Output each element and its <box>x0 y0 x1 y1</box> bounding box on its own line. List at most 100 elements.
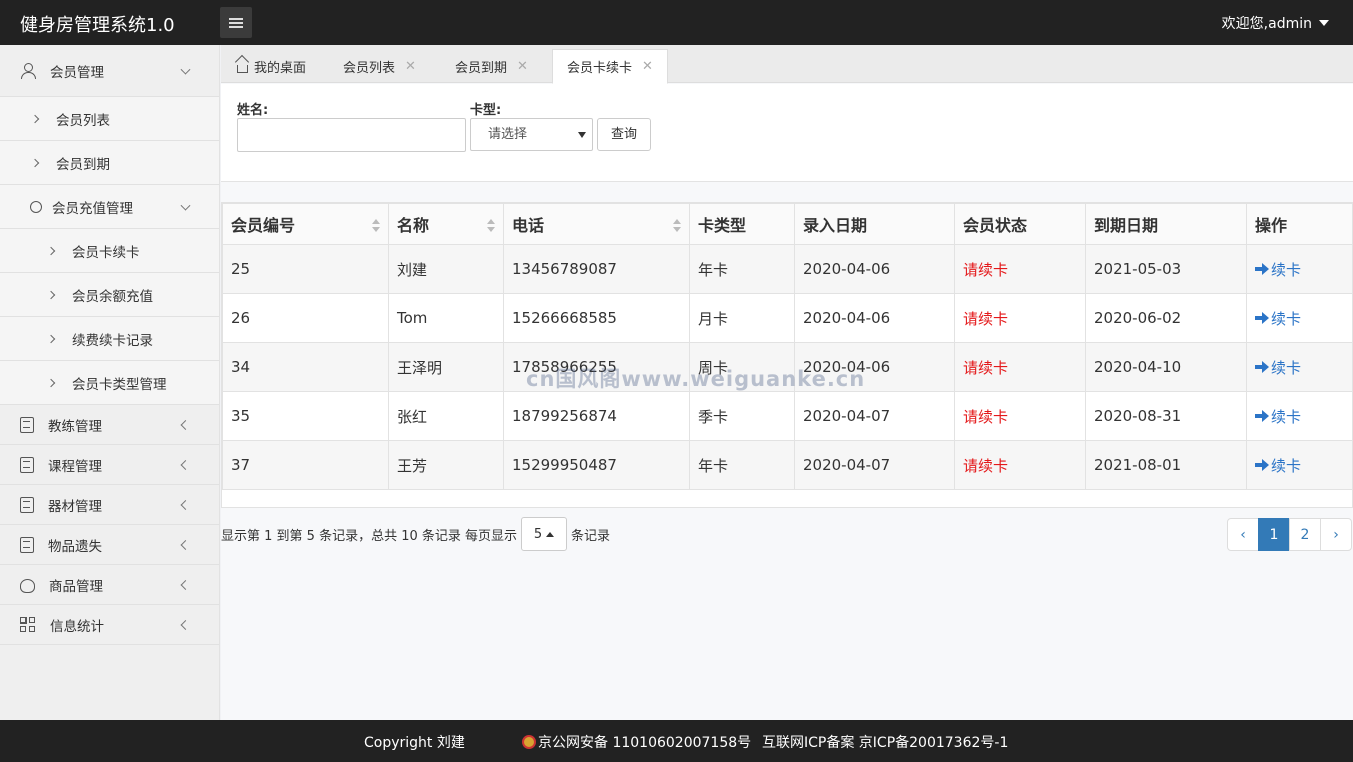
renew-label: 续卡 <box>1271 260 1302 279</box>
sidebar-item-label: 会员到期 <box>56 156 110 173</box>
app-title: 健身房管理系统1.0 <box>20 15 175 36</box>
col-header-name[interactable]: 名称 <box>388 203 504 245</box>
pagination-info: 显示第 1 到第 5 条记录，总共 10 条记录 每页显示 5 条记录 <box>221 517 610 551</box>
tab-card-renew[interactable]: 会员卡续卡 ✕ <box>552 49 668 84</box>
arrow-right-icon <box>1255 361 1269 373</box>
sidebar-item-lost-items[interactable]: 物品遗失 <box>0 525 219 565</box>
tab-home[interactable]: 我的桌面 <box>221 49 320 83</box>
sidebar-item-member-mgmt[interactable]: 会员管理 <box>0 45 219 97</box>
cell-action: 续卡 <box>1246 244 1353 294</box>
cell-status: 请续卡 <box>954 244 1086 294</box>
sidebar-item-card-type-mgmt[interactable]: 会员卡类型管理 <box>0 361 219 405</box>
cell-id: 26 <box>222 293 389 343</box>
cell-name: Tom <box>388 293 504 343</box>
name-input[interactable] <box>237 118 466 152</box>
cell-entry-date: 2020-04-07 <box>794 391 955 441</box>
page-button-1[interactable]: 1 <box>1258 518 1290 551</box>
user-menu[interactable]: 欢迎您,admin <box>1222 13 1329 33</box>
col-header-expire-date: 到期日期 <box>1085 203 1247 245</box>
cell-status: 请续卡 <box>954 342 1086 392</box>
cell-id: 34 <box>222 342 389 392</box>
renew-link[interactable]: 续卡 <box>1255 259 1301 280</box>
cell-entry-date: 2020-04-06 <box>794 293 955 343</box>
table-row: 26 Tom 15266668585 月卡 2020-04-06 请续卡 202… <box>222 293 1353 343</box>
sidebar-item-coach-mgmt[interactable]: 教练管理 <box>0 405 219 445</box>
cell-expire-date: 2021-05-03 <box>1085 244 1247 294</box>
sidebar-item-member-expire[interactable]: 会员到期 <box>0 141 219 185</box>
sidebar-item-card-renew[interactable]: 会员卡续卡 <box>0 229 219 273</box>
cell-entry-date: 2020-04-06 <box>794 244 955 294</box>
close-icon[interactable]: ✕ <box>405 59 416 74</box>
sidebar-item-renew-records[interactable]: 续费续卡记录 <box>0 317 219 361</box>
caret-up-icon <box>546 531 555 537</box>
renew-link[interactable]: 续卡 <box>1255 357 1301 378</box>
cell-status: 请续卡 <box>954 440 1086 490</box>
cell-card-type: 年卡 <box>689 440 795 490</box>
sidebar-item-label: 课程管理 <box>48 458 102 475</box>
police-record-text: 京公网安备 11010602007158号 <box>538 735 752 751</box>
renew-link[interactable]: 续卡 <box>1255 308 1301 329</box>
page-button-2[interactable]: 2 <box>1289 518 1321 551</box>
cell-action: 续卡 <box>1246 342 1353 392</box>
cell-name: 刘建 <box>388 244 504 294</box>
tab-member-list[interactable]: 会员列表 ✕ <box>329 49 430 83</box>
page-size-dropdown[interactable]: 5 <box>521 517 568 551</box>
sidebar-item-goods-mgmt[interactable]: 商品管理 <box>0 565 219 605</box>
prev-page-button[interactable]: ‹ <box>1227 518 1259 551</box>
sidebar-item-member-recharge-mgmt[interactable]: 会员充值管理 <box>0 185 219 229</box>
footer-police-record[interactable]: 京公网安备 11010602007158号 <box>522 732 751 752</box>
watermark-text: cn国风阁www.weiguanke.cn <box>526 367 866 391</box>
menu-toggle-button[interactable] <box>220 7 252 38</box>
cell-action: 续卡 <box>1246 440 1353 490</box>
renew-label: 续卡 <box>1271 358 1302 377</box>
next-page-button[interactable]: › <box>1320 518 1352 551</box>
renew-link[interactable]: 续卡 <box>1255 455 1301 476</box>
card-type-label: 卡型: <box>470 103 502 118</box>
chevron-right-icon <box>46 290 56 299</box>
arrow-right-icon <box>1255 459 1269 471</box>
close-icon[interactable]: ✕ <box>517 59 528 74</box>
cell-status: 请续卡 <box>954 293 1086 343</box>
query-button[interactable]: 查询 <box>597 118 651 151</box>
table-row: 25 刘建 13456789087 年卡 2020-04-06 请续卡 2021… <box>222 244 1353 294</box>
col-header-phone[interactable]: 电话 <box>503 203 690 245</box>
footer-icp-record[interactable]: 互联网ICP备案 京ICP备20017362号-1 <box>762 732 1008 752</box>
cell-name: 张红 <box>388 391 504 441</box>
cell-card-type: 月卡 <box>689 293 795 343</box>
cell-expire-date: 2020-08-31 <box>1085 391 1247 441</box>
chevron-left-icon <box>180 539 191 550</box>
cell-name: 王芳 <box>388 440 504 490</box>
close-icon[interactable]: ✕ <box>642 59 653 74</box>
welcome-text: 欢迎您,admin <box>1221 16 1312 32</box>
sidebar-item-statistics[interactable]: 信息统计 <box>0 605 219 645</box>
chevron-left-icon <box>180 419 191 430</box>
col-header-id[interactable]: 会员编号 <box>222 203 389 245</box>
member-table: 会员编号 名称 电话 卡类型 录入日期 会员状态 到期日期 操作 25 刘建 1… <box>222 203 1353 490</box>
sidebar-item-member-list[interactable]: 会员列表 <box>0 97 219 141</box>
chevron-right-icon <box>46 246 56 255</box>
police-badge-icon <box>522 735 536 749</box>
sidebar: 会员管理 会员列表 会员到期 会员充值管理 会员卡续卡 会员余额充值 续费续卡记… <box>0 45 220 720</box>
sidebar-item-course-mgmt[interactable]: 课程管理 <box>0 445 219 485</box>
cell-phone: 13456789087 <box>503 244 690 294</box>
tab-label: 会员卡续卡 <box>567 61 633 76</box>
sidebar-item-balance-recharge[interactable]: 会员余额充值 <box>0 273 219 317</box>
sidebar-item-equipment-mgmt[interactable]: 器材管理 <box>0 485 219 525</box>
cell-status: 请续卡 <box>954 391 1086 441</box>
card-type-select[interactable]: 请选择 <box>470 118 593 151</box>
sidebar-item-label: 续费续卡记录 <box>72 332 153 349</box>
sidebar-item-label: 器材管理 <box>48 498 102 515</box>
tab-member-expire[interactable]: 会员到期 ✕ <box>441 49 542 83</box>
cell-expire-date: 2020-06-02 <box>1085 293 1247 343</box>
chevron-down-icon <box>180 64 191 75</box>
chevron-left-icon <box>180 619 191 630</box>
renew-link[interactable]: 续卡 <box>1255 406 1301 427</box>
shopping-bag-icon <box>20 578 35 593</box>
tab-label: 会员列表 <box>343 60 396 76</box>
user-icon <box>20 62 36 79</box>
renew-label: 续卡 <box>1271 407 1302 426</box>
cell-expire-date: 2020-04-10 <box>1085 342 1247 392</box>
cell-card-type: 年卡 <box>689 244 795 294</box>
sidebar-item-label: 商品管理 <box>49 578 103 595</box>
user-circle-icon <box>30 200 42 213</box>
